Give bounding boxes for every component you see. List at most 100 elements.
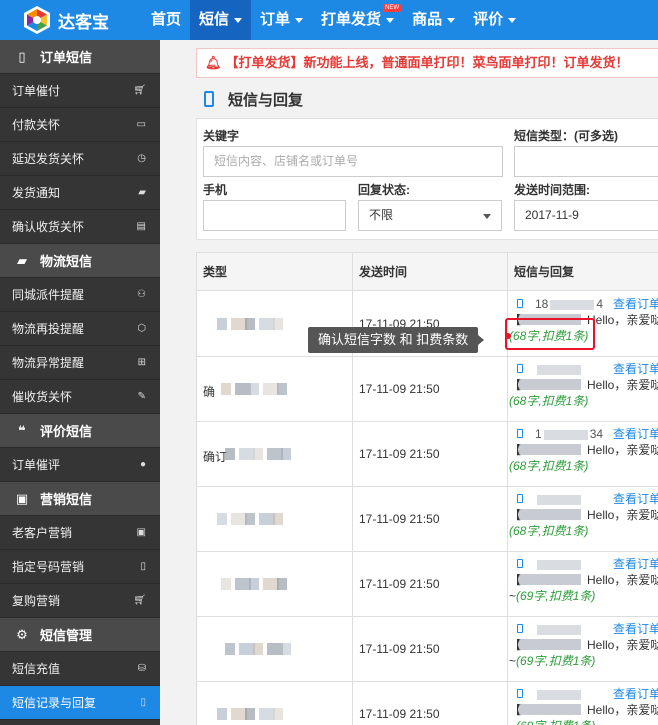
mobile-icon: ▯ <box>18 48 26 64</box>
mobile-icon <box>517 429 523 438</box>
app-name: 达客宝 <box>58 12 109 32</box>
message-cell: 查看订单【Hello，亲爱哒~(69字,扣费1条) <box>509 686 658 725</box>
phone-number <box>535 491 583 507</box>
sidebar-item-label: 复购营销 <box>12 594 61 608</box>
sidebar-item-label: 短信充值 <box>12 662 61 676</box>
table-row: 17-11-09 21:50 查看订单【Hello，亲爱哒 (68字,扣费1条) <box>197 487 658 552</box>
redacted-block <box>277 578 287 590</box>
reply-status-select[interactable]: 不限 <box>358 200 502 231</box>
sidebar-item-label: 订单催评 <box>12 458 61 472</box>
sidebar-item-receipt-care[interactable]: 确认收货关怀 ▤ <box>0 210 160 244</box>
chevron-down-icon <box>386 17 395 23</box>
sidebar-item-label: 物流异常提醒 <box>12 356 85 370</box>
redacted-block <box>519 379 581 390</box>
redacted-block <box>225 643 235 655</box>
sidebar-item-logistics-exception[interactable]: 物流异常提醒 ⊞ <box>0 346 160 380</box>
column-header-time: 发送时间 <box>359 265 408 279</box>
sidebar-item-old-customer[interactable]: 老客户营销 ▣ <box>0 516 160 550</box>
redacted-block <box>281 643 291 655</box>
message-cost: (68字,扣费1条) <box>509 458 658 474</box>
sidebar-item-order-urge[interactable]: 订单催付 🛒︎ <box>0 74 160 108</box>
sidebar-group-sms-manage: ⚙ 短信管理 <box>0 618 160 652</box>
send-time-input[interactable]: 2017-11-9 <box>514 200 658 231</box>
nav-label: 商品 <box>412 11 443 28</box>
sidebar-item-redelivery[interactable]: 物流再投提醒 ⬡ <box>0 312 160 346</box>
redacted-block <box>519 639 581 650</box>
gift-icon: ▣ <box>15 490 29 506</box>
keyword-input[interactable]: 短信内容、店铺名或订单号 <box>203 146 503 177</box>
nav-reviews[interactable]: 评价 <box>464 0 525 40</box>
send-time-cell: 17-11-09 21:50 <box>359 707 440 721</box>
sidebar-item-repurchase[interactable]: 复购营销 🛒︎ <box>0 584 160 618</box>
view-order-link[interactable]: 查看订单 <box>613 686 658 702</box>
redacted-block <box>225 448 235 460</box>
sidebar-item-label: 确认收货关怀 <box>12 220 85 234</box>
send-time-cell: 17-11-09 21:50 <box>359 447 440 461</box>
nav-home[interactable]: 首页 <box>142 0 190 40</box>
view-order-link[interactable]: 查看订单 <box>613 361 658 377</box>
message-cost: (68字,扣费1条) <box>509 393 658 409</box>
redacted-block <box>273 513 283 525</box>
sidebar-item-label: 催收货关怀 <box>12 390 73 404</box>
send-time-cell: 17-11-09 21:50 <box>359 382 440 396</box>
sms-type-select[interactable] <box>514 146 658 177</box>
message-body: 【Hello，亲爱哒 <box>509 442 658 458</box>
message-text: Hello，亲爱哒 <box>587 378 658 392</box>
sidebar-item-review-urge[interactable]: 订单催评 ● <box>0 448 160 482</box>
send-time-label: 发送时间范围: <box>514 183 590 197</box>
message-text: Hello，亲爱哒 <box>587 313 658 327</box>
message-cell: 查看订单【Hello，亲爱哒~(69字,扣费1条) <box>509 621 658 681</box>
mobile-icon <box>517 494 523 503</box>
send-time-cell: 17-11-09 21:50 <box>359 577 440 591</box>
motorcycle-icon: ⚇ <box>137 289 146 300</box>
sms-type-label: 短信类型：(可多选) <box>514 129 618 143</box>
sidebar-item-label: 物流再投提醒 <box>12 322 85 336</box>
view-order-link[interactable]: 查看订单 <box>613 556 658 572</box>
mobile-icon <box>204 91 214 107</box>
view-order-link[interactable]: 查看订单 <box>613 296 658 312</box>
sidebar-item-delay-care[interactable]: 延迟发货关怀 ◷ <box>0 142 160 176</box>
sidebar-item-recharge[interactable]: 短信充值 ⛁ <box>0 652 160 686</box>
sidebar-group-review-sms: ❝ 评价短信 <box>0 414 160 448</box>
phone-number-prefix: 1 <box>535 427 542 441</box>
view-order-link[interactable]: 查看订单 <box>613 621 658 637</box>
redacted-block <box>245 708 255 720</box>
sidebar-item-sms-records[interactable]: 短信记录与回复 ▯ <box>0 686 160 720</box>
message-text: Hello，亲爱哒 <box>587 573 658 587</box>
sidebar-item-ship-notice[interactable]: 发货通知 ▰ <box>0 176 160 210</box>
view-order-link[interactable]: 查看订单 <box>613 426 658 442</box>
sidebar-item-number-marketing[interactable]: 指定号码营销 ▯ <box>0 550 160 584</box>
chevron-down-icon <box>447 17 456 23</box>
sidebar-item-label: 延迟发货关怀 <box>12 152 85 166</box>
view-order-link[interactable]: 查看订单 <box>613 491 658 507</box>
sidebar-item-receive-urge[interactable]: 催收货关怀 ✎ <box>0 380 160 414</box>
pencil-icon: ✎ <box>137 391 146 402</box>
table-row: 确 17-11-09 21:50 查看订单【Hello，亲爱哒 (68字,扣费1条) <box>197 357 658 422</box>
redacted-block <box>221 578 231 590</box>
message-meta: 查看订单 <box>509 491 658 507</box>
chevron-down-icon <box>508 17 517 23</box>
ambulance-icon: ⊞ <box>137 357 146 368</box>
mobile-icon <box>517 689 523 698</box>
phone-number-suffix: 4 <box>596 297 604 311</box>
nav-sms[interactable]: 短信 <box>190 0 252 40</box>
sidebar-item-local-delivery[interactable]: 同城派件提醒 ⚇ <box>0 278 160 312</box>
truck-icon: ▰ <box>17 252 27 268</box>
nav-print-ship[interactable]: 打单发货 NEW <box>312 0 403 40</box>
logo[interactable]: 达客宝 <box>0 0 142 40</box>
redacted-block <box>217 513 227 525</box>
message-tilde: ~ <box>509 654 517 668</box>
nav-orders[interactable]: 订单 <box>251 0 312 40</box>
sidebar-item-payment-care[interactable]: 付款关怀 ▭ <box>0 108 160 142</box>
announcement-banner[interactable]: 🔔︎ 【打单发货】新功能上线，普通面单打印！菜鸟面单打印！订单发货！ <box>196 48 658 78</box>
table-row: 确订 17-11-09 21:50 1 34 查看订单【Hello，亲爱哒 (68字,扣费… <box>197 422 658 487</box>
message-body: 【Hello，亲爱哒 <box>509 637 658 653</box>
phone-input[interactable] <box>203 200 346 231</box>
phone-number <box>535 361 583 377</box>
redacted-block <box>277 383 287 395</box>
nav-label: 订单 <box>260 11 291 28</box>
nav-products[interactable]: 商品 <box>403 0 464 40</box>
filter-panel: 关键字 短信内容、店铺名或订单号 短信类型：(可多选) 手机 回复状态: 不限 … <box>196 118 658 240</box>
type-cell: 确订 <box>203 448 343 464</box>
keyword-label: 关键字 <box>203 129 240 143</box>
